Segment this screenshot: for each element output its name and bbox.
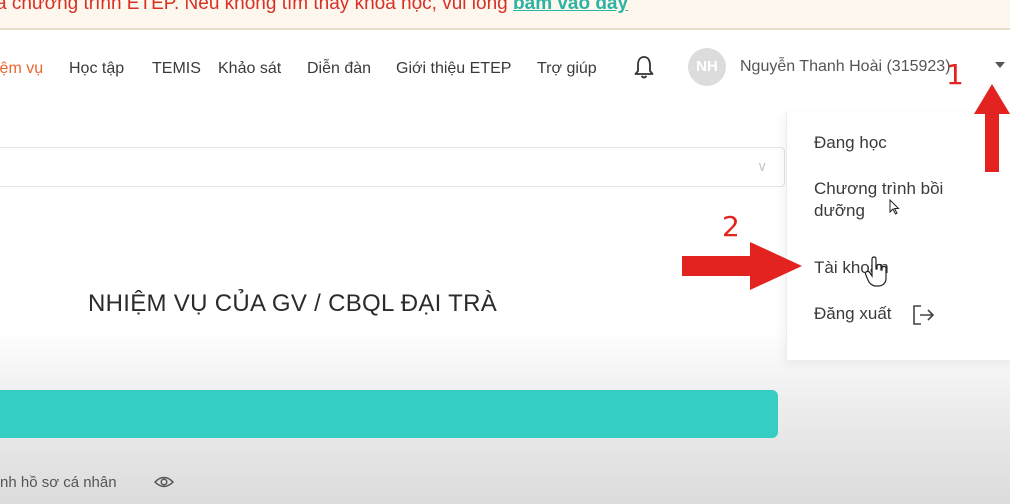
nav-item-tro-giup[interactable]: Trợ giúp	[537, 60, 597, 78]
menu-item-chuong-trinh[interactable]: Chương trình bồi dưỡng	[814, 178, 994, 222]
menu-item-dang-xuat[interactable]: Đăng xuất	[814, 303, 892, 325]
nav-item-nhiem-vu[interactable]: iệm vụ	[0, 60, 43, 78]
red-up-arrow-icon	[974, 84, 1010, 172]
page-title: NHIỆM VỤ CỦA GV / CBQL ĐẠI TRÀ	[88, 290, 498, 317]
hand-cursor-icon	[864, 256, 887, 287]
nav-item-khao-sat[interactable]: Khảo sát	[218, 60, 281, 78]
avatar[interactable]: NH	[688, 48, 726, 86]
nav-item-gioi-thieu[interactable]: Giới thiệu ETEP	[396, 60, 511, 78]
top-nav: iệm vụ Học tập TEMIS Khảo sát Diễn đàn G…	[0, 44, 1010, 94]
profile-link[interactable]: nh hồ sơ cá nhân	[0, 474, 117, 491]
nav-item-temis[interactable]: TEMIS	[152, 60, 201, 78]
logout-icon[interactable]	[912, 304, 936, 326]
chevron-down-icon[interactable]: ∨	[757, 158, 767, 175]
progress-bar[interactable]	[0, 390, 778, 438]
annotation-step-1: 1	[946, 58, 964, 91]
bell-icon[interactable]	[633, 54, 655, 80]
course-select[interactable]	[0, 147, 785, 187]
chevron-down-icon[interactable]	[995, 62, 1005, 68]
nav-item-hoc-tap[interactable]: Học tập	[69, 60, 124, 78]
pointer-cursor-icon	[889, 199, 900, 215]
nav-item-dien-dan[interactable]: Diễn đàn	[307, 60, 371, 78]
banner-text: a chương trình ETEP. Nếu không tìm thấy …	[0, 0, 628, 13]
banner-link[interactable]: bấm vào đây	[513, 0, 628, 14]
menu-item-dang-hoc[interactable]: Đang học	[814, 132, 887, 154]
notice-banner: a chương trình ETEP. Nếu không tìm thấy …	[0, 0, 1010, 30]
user-name[interactable]: Nguyễn Thanh Hoài (315923)	[740, 58, 951, 76]
red-right-arrow-icon	[682, 242, 802, 290]
annotation-step-2: 2	[722, 210, 740, 243]
eye-icon[interactable]	[154, 474, 174, 490]
